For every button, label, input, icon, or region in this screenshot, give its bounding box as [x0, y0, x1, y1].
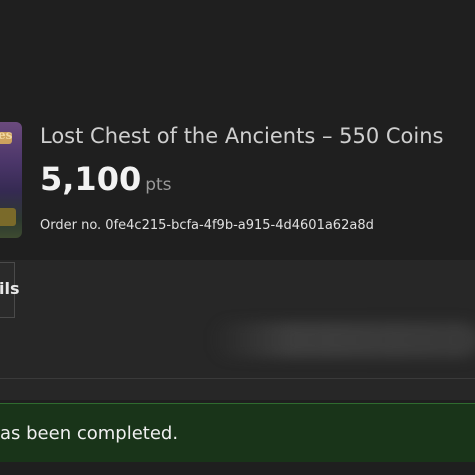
- page-footer: [0, 462, 475, 475]
- thumbnail-text: es: [0, 128, 13, 142]
- price-value: 5,100: [40, 160, 142, 198]
- price-unit: pts: [145, 175, 172, 195]
- blurred-region: [210, 322, 475, 358]
- order-number: Order no. 0fe4c215-bcfa-4f9b-a915-4d4601…: [40, 218, 374, 233]
- price-row: 5,100 pts: [40, 160, 172, 198]
- details-tab-label[interactable]: ils: [0, 279, 20, 298]
- chest-icon: [0, 208, 16, 226]
- divider: [0, 378, 475, 379]
- product-title: Lost Chest of the Ancients – 550 Coins: [40, 124, 444, 148]
- completion-message: as been completed.: [0, 423, 179, 444]
- product-thumbnail: es: [0, 122, 22, 238]
